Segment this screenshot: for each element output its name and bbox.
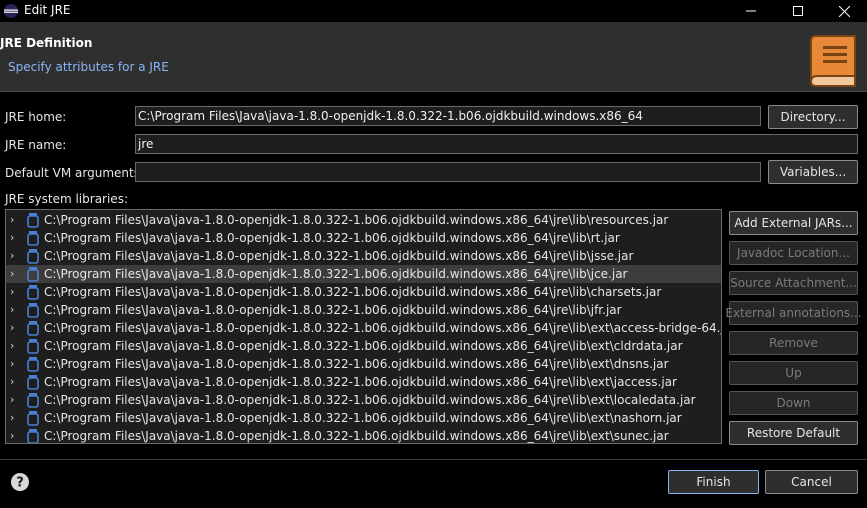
chevron-right-icon[interactable]: › — [10, 393, 20, 407]
jar-icon — [27, 303, 39, 318]
minimize-icon[interactable] — [728, 0, 774, 22]
library-row[interactable]: › C:\Program Files\Java\java-1.8.0-openjd… — [6, 373, 721, 391]
jar-icon — [27, 285, 39, 300]
maximize-icon[interactable] — [775, 0, 821, 22]
chevron-right-icon[interactable]: › — [10, 213, 20, 227]
cancel-button[interactable]: Cancel — [765, 470, 858, 494]
remove-button[interactable]: Remove — [729, 331, 858, 355]
finish-button[interactable]: Finish — [668, 470, 759, 494]
svg-text:?: ? — [16, 476, 24, 491]
library-path: C:\Program Files\Java\java-1.8.0-openjdk… — [44, 267, 628, 281]
jre-name-field[interactable]: jre — [135, 134, 858, 154]
chevron-right-icon[interactable]: › — [10, 321, 20, 335]
library-row[interactable]: › C:\Program Files\Java\java-1.8.0-openjd… — [6, 319, 721, 337]
library-row[interactable]: › C:\Program Files\Java\java-1.8.0-openjd… — [6, 211, 721, 229]
library-path: C:\Program Files\Java\java-1.8.0-openjdk… — [44, 339, 683, 353]
header-title: JRE Definition — [0, 36, 93, 50]
add-external-jars-button[interactable]: Add External JARs... — [729, 211, 858, 235]
eclipse-app-icon — [4, 4, 18, 18]
library-path: C:\Program Files\Java\java-1.8.0-openjdk… — [44, 303, 622, 317]
jar-icon — [27, 357, 39, 372]
chevron-right-icon[interactable]: › — [10, 249, 20, 263]
jar-icon — [27, 213, 39, 228]
jar-icon — [27, 321, 39, 336]
vm-args-field[interactable] — [135, 162, 761, 182]
close-icon[interactable] — [821, 0, 867, 22]
chevron-right-icon[interactable]: › — [10, 375, 20, 389]
chevron-right-icon[interactable]: › — [10, 231, 20, 245]
jar-icon — [27, 249, 39, 264]
library-row[interactable]: › C:\Program Files\Java\java-1.8.0-openjd… — [6, 265, 721, 283]
variables-button[interactable]: Variables... — [768, 160, 858, 184]
jar-icon — [27, 267, 39, 282]
library-row[interactable]: › C:\Program Files\Java\java-1.8.0-openjd… — [6, 301, 721, 319]
window-title: Edit JRE — [24, 3, 71, 17]
chevron-right-icon[interactable]: › — [10, 429, 20, 443]
header-description: Specify attributes for a JRE — [8, 60, 169, 74]
jar-icon — [27, 429, 39, 443]
book-icon — [809, 35, 856, 87]
chevron-right-icon[interactable]: › — [10, 267, 20, 281]
footer-separator — [0, 459, 867, 460]
jar-icon — [27, 375, 39, 390]
library-path: C:\Program Files\Java\java-1.8.0-openjdk… — [44, 231, 620, 245]
vm-args-label: Default VM arguments: — [5, 166, 145, 180]
chevron-right-icon[interactable]: › — [10, 411, 20, 425]
directory-button[interactable]: Directory... — [768, 105, 858, 129]
library-row[interactable]: › C:\Program Files\Java\java-1.8.0-openjd… — [6, 247, 721, 265]
chevron-right-icon[interactable]: › — [10, 285, 20, 299]
library-path: C:\Program Files\Java\java-1.8.0-openjdk… — [44, 411, 682, 425]
help-icon[interactable]: ? — [10, 472, 30, 492]
chevron-right-icon[interactable]: › — [10, 339, 20, 353]
library-path: C:\Program Files\Java\java-1.8.0-openjdk… — [44, 357, 669, 371]
library-row[interactable]: › C:\Program Files\Java\java-1.8.0-openjd… — [6, 355, 721, 373]
library-row[interactable]: › C:\Program Files\Java\java-1.8.0-openjd… — [6, 409, 721, 427]
javadoc-location-button[interactable]: Javadoc Location... — [729, 241, 858, 265]
library-path: C:\Program Files\Java\java-1.8.0-openjdk… — [44, 375, 677, 389]
library-row[interactable]: › C:\Program Files\Java\java-1.8.0-openjd… — [6, 391, 721, 409]
library-row[interactable]: › C:\Program Files\Java\java-1.8.0-openjd… — [6, 337, 721, 355]
library-path: C:\Program Files\Java\java-1.8.0-openjdk… — [44, 285, 662, 299]
library-path: C:\Program Files\Java\java-1.8.0-openjdk… — [44, 249, 634, 263]
dialog-header: JRE Definition Specify attributes for a … — [0, 22, 867, 91]
source-attachment-button[interactable]: Source Attachment... — [729, 271, 858, 295]
jar-icon — [27, 339, 39, 354]
title-bar: Edit JRE — [0, 0, 867, 22]
down-button[interactable]: Down — [729, 391, 858, 415]
library-row[interactable]: › C:\Program Files\Java\java-1.8.0-openjd… — [6, 283, 721, 301]
jre-libraries-tree[interactable]: › C:\Program Files\Java\java-1.8.0-openjd… — [5, 209, 722, 444]
chevron-right-icon[interactable]: › — [10, 303, 20, 317]
jre-home-field[interactable]: C:\Program Files\Java\java-1.8.0-openjdk… — [135, 106, 761, 126]
library-row[interactable]: › C:\Program Files\Java\java-1.8.0-openjd… — [6, 229, 721, 247]
jre-libraries-label: JRE system libraries: — [5, 192, 128, 206]
up-button[interactable]: Up — [729, 361, 858, 385]
library-row[interactable]: › C:\Program Files\Java\java-1.8.0-openjd… — [6, 427, 721, 443]
restore-default-button[interactable]: Restore Default — [729, 421, 858, 445]
jar-icon — [27, 393, 39, 408]
jre-name-label: JRE name: — [5, 138, 67, 152]
library-path: C:\Program Files\Java\java-1.8.0-openjdk… — [44, 429, 669, 443]
library-path: C:\Program Files\Java\java-1.8.0-openjdk… — [44, 321, 722, 335]
jar-icon — [27, 411, 39, 426]
library-path: C:\Program Files\Java\java-1.8.0-openjdk… — [44, 213, 669, 227]
jar-icon — [27, 231, 39, 246]
header-separator — [0, 91, 867, 92]
library-path: C:\Program Files\Java\java-1.8.0-openjdk… — [44, 393, 696, 407]
chevron-right-icon[interactable]: › — [10, 357, 20, 371]
jre-home-label: JRE home: — [5, 110, 67, 124]
external-annotations-button[interactable]: External annotations... — [725, 301, 862, 325]
